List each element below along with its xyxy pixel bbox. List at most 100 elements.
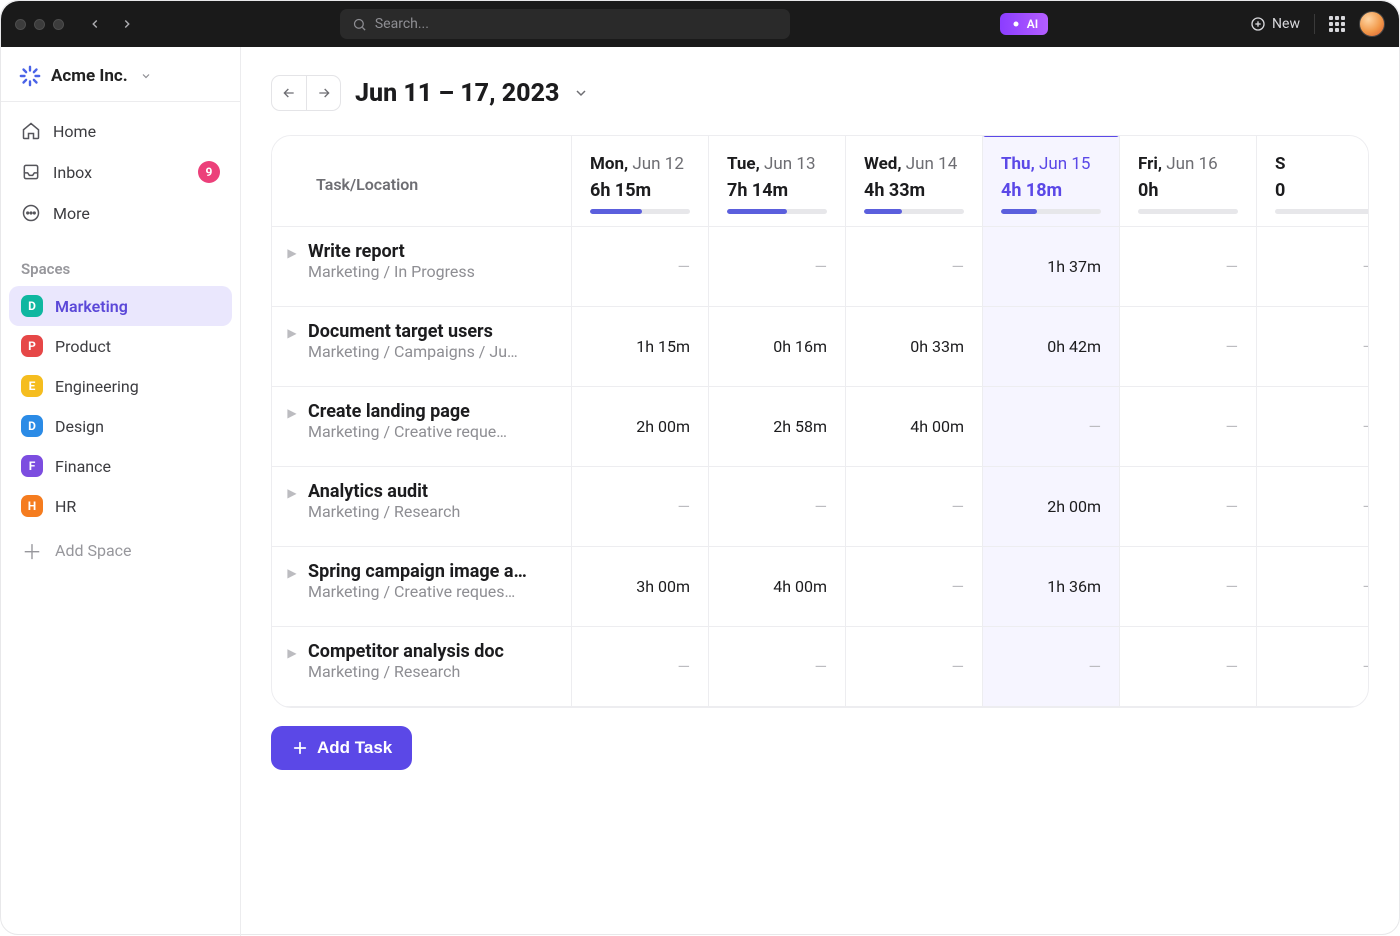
space-badge-icon: E	[21, 375, 43, 397]
task-row[interactable]: ▶Write reportMarketing / In Progress	[272, 227, 572, 307]
time-cell[interactable]: —	[572, 227, 709, 307]
nav-more-label: More	[53, 204, 90, 223]
inbox-icon	[21, 162, 41, 182]
nav-back-button[interactable]	[84, 17, 106, 31]
time-cell[interactable]: 1h 37m	[983, 227, 1120, 307]
time-cell[interactable]: 2h 00m	[572, 387, 709, 467]
time-cell[interactable]: 0h 42m	[983, 307, 1120, 387]
time-cell[interactable]: —	[1257, 387, 1369, 467]
time-cell[interactable]: —	[1257, 627, 1369, 707]
time-cell[interactable]: 4h 00m	[846, 387, 983, 467]
task-row[interactable]: ▶ Create landing pageMarketing / Creative…	[272, 387, 572, 467]
new-button[interactable]: New	[1250, 16, 1300, 32]
expand-icon[interactable]: ▶	[284, 246, 300, 260]
nav-home-label: Home	[53, 122, 96, 141]
column-header-day-2[interactable]: Wed, Jun 144h 33m	[846, 136, 983, 227]
time-cell[interactable]: —	[572, 627, 709, 707]
ai-button[interactable]: AI	[1000, 13, 1048, 35]
day-date: Jun 13	[764, 154, 815, 174]
plus-icon: ＋	[21, 539, 43, 561]
task-row[interactable]: ▶Competitor analysis docMarketing / Rese…	[272, 627, 572, 707]
time-cell[interactable]: 2h 58m	[709, 387, 846, 467]
task-path: Marketing / Research	[308, 502, 548, 521]
nav-forward-button[interactable]	[116, 17, 138, 31]
task-path: Marketing / Campaigns / Ju…	[308, 342, 548, 361]
expand-icon[interactable]: ▶	[284, 486, 300, 500]
time-cell[interactable]: —	[846, 467, 983, 547]
time-cell[interactable]: —	[983, 627, 1120, 707]
add-task-button[interactable]: Add Task	[271, 726, 412, 770]
time-cell[interactable]: 0h 33m	[846, 307, 983, 387]
task-row[interactable]: ▶Spring campaign image a…Marketing / Cre…	[272, 547, 572, 627]
task-row[interactable]: ▶Analytics auditMarketing / Research	[272, 467, 572, 547]
time-cell[interactable]: 1h 36m	[983, 547, 1120, 627]
column-header-day-4[interactable]: Fri, Jun 160h	[1120, 136, 1257, 227]
column-header-day-1[interactable]: Tue, Jun 137h 14m	[709, 136, 846, 227]
time-cell[interactable]: —	[1120, 387, 1257, 467]
time-cell[interactable]: 3h 00m	[572, 547, 709, 627]
sidebar-space-hr[interactable]: HHR	[9, 486, 232, 526]
sidebar-space-product[interactable]: PProduct	[9, 326, 232, 366]
time-cell[interactable]: —	[709, 227, 846, 307]
window-controls[interactable]	[15, 19, 64, 30]
time-cell[interactable]: —	[1257, 547, 1369, 627]
expand-icon[interactable]: ▶	[284, 566, 300, 580]
time-cell[interactable]: —	[709, 627, 846, 707]
time-cell[interactable]: —	[846, 227, 983, 307]
time-cell[interactable]: —	[846, 547, 983, 627]
day-date: Jun 12	[632, 154, 683, 174]
time-cell[interactable]: —	[709, 467, 846, 547]
task-title: Create landing page	[308, 401, 548, 422]
apps-icon[interactable]	[1329, 16, 1345, 32]
time-cell[interactable]: 1h 15m	[572, 307, 709, 387]
prev-week-button[interactable]	[272, 76, 306, 110]
space-label: Marketing	[55, 297, 128, 316]
time-cell[interactable]: —	[1120, 227, 1257, 307]
task-path: Marketing / Creative reque…	[308, 422, 548, 441]
time-cell[interactable]: —	[1257, 227, 1369, 307]
day-of-week: Thu,	[1001, 154, 1035, 174]
time-cell[interactable]: —	[1120, 547, 1257, 627]
time-cell[interactable]: —	[983, 387, 1120, 467]
time-cell[interactable]: —	[1120, 467, 1257, 547]
avatar[interactable]	[1359, 11, 1385, 37]
next-week-button[interactable]	[306, 76, 340, 110]
workspace-switcher[interactable]: Acme Inc.	[1, 47, 240, 102]
time-cell[interactable]: 4h 00m	[709, 547, 846, 627]
sidebar-space-engineering[interactable]: EEngineering	[9, 366, 232, 406]
nav-home[interactable]: Home	[9, 112, 232, 150]
nav-more[interactable]: More	[9, 194, 232, 232]
space-label: Finance	[55, 457, 111, 476]
content: Jun 11 – 17, 2023 Task/LocationMon, Jun …	[241, 47, 1399, 936]
search-icon	[352, 17, 367, 32]
task-row[interactable]: ▶Document target usersMarketing / Campai…	[272, 307, 572, 387]
workspace-logo-icon	[19, 65, 41, 87]
space-label: Design	[55, 417, 104, 436]
inbox-badge: 9	[198, 161, 220, 183]
time-cell[interactable]: —	[572, 467, 709, 547]
sidebar-space-design[interactable]: DDesign	[9, 406, 232, 446]
new-label: New	[1272, 16, 1300, 32]
expand-icon[interactable]: ▶	[284, 406, 300, 420]
time-cell[interactable]: —	[1120, 307, 1257, 387]
nav-inbox[interactable]: Inbox 9	[9, 152, 232, 192]
time-cell[interactable]: 0h 16m	[709, 307, 846, 387]
time-cell[interactable]: —	[1257, 467, 1369, 547]
expand-icon[interactable]: ▶	[284, 646, 300, 660]
time-cell[interactable]: —	[846, 627, 983, 707]
time-cell[interactable]: —	[1120, 627, 1257, 707]
day-progress-bar	[727, 209, 827, 214]
spaces-section-label: Spaces	[1, 242, 240, 286]
date-range-dropdown[interactable]	[573, 85, 589, 101]
add-space-button[interactable]: ＋ Add Space	[9, 530, 232, 570]
column-header-day-5[interactable]: S 0	[1257, 136, 1369, 227]
sidebar-space-marketing[interactable]: DMarketing	[9, 286, 232, 326]
column-header-day-3[interactable]: Thu, Jun 154h 18m	[983, 136, 1120, 227]
time-cell[interactable]: 2h 00m	[983, 467, 1120, 547]
search-input[interactable]: Search...	[340, 9, 790, 39]
time-cell[interactable]: —	[1257, 307, 1369, 387]
sidebar-space-finance[interactable]: FFinance	[9, 446, 232, 486]
expand-icon[interactable]: ▶	[284, 326, 300, 340]
day-progress-bar	[590, 209, 690, 214]
column-header-day-0[interactable]: Mon, Jun 126h 15m	[572, 136, 709, 227]
